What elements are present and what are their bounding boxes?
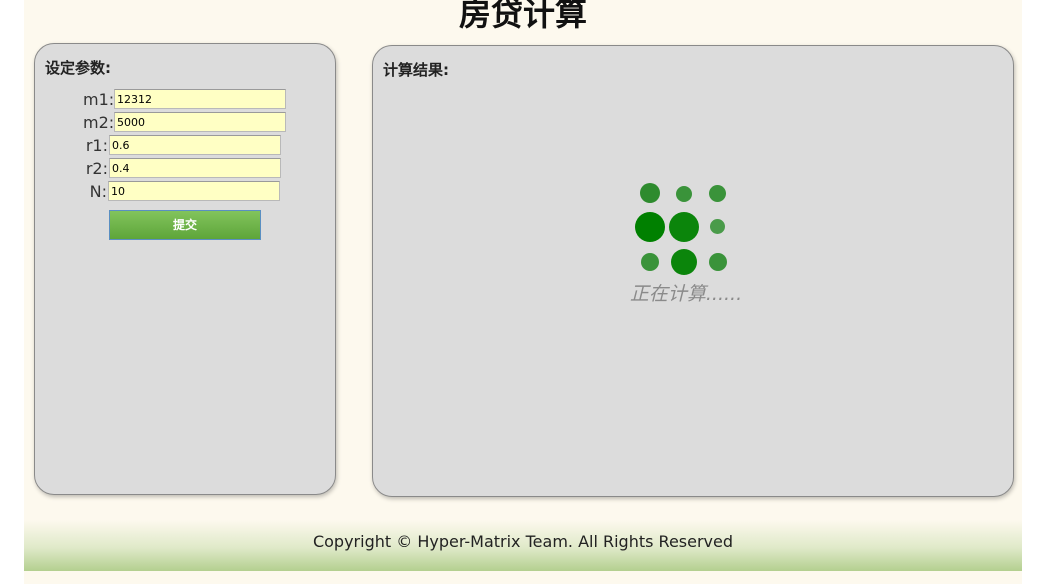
- field-label-n: N:: [89, 181, 107, 201]
- spinner-dot: [635, 212, 665, 242]
- n-input[interactable]: [108, 181, 280, 201]
- field-label-r1: r1:: [85, 135, 108, 155]
- result-panel: 计算结果: 正在计算......: [372, 45, 1014, 497]
- spinner-dot: [671, 249, 697, 275]
- spinner-dot: [710, 219, 725, 234]
- result-heading: 计算结果:: [383, 61, 449, 79]
- spinner-dot: [640, 183, 660, 203]
- field-row-m2: m2:: [83, 111, 286, 133]
- field-row-r1: r1:: [83, 134, 281, 156]
- field-row-n: N:: [83, 180, 280, 202]
- field-label-m2: m2:: [83, 112, 115, 132]
- footer: Copyright © Hyper-Matrix Team. All Right…: [24, 520, 1022, 571]
- field-label-m1: m1:: [83, 89, 115, 109]
- submit-button[interactable]: 提交: [109, 210, 261, 240]
- r1-input[interactable]: [109, 135, 281, 155]
- params-panel: 设定参数: m1: m2: r1: r2: N: 提交: [34, 43, 336, 495]
- field-row-m1: m1:: [83, 88, 286, 110]
- spinner-dot: [676, 186, 692, 202]
- spinner-dot: [641, 253, 659, 271]
- page-container: 房贷计算 设定参数: m1: m2: r1: r2: N: 提交 计算结果:: [24, 0, 1022, 584]
- copyright-text: Copyright © Hyper-Matrix Team. All Right…: [312, 532, 734, 551]
- page-title: 房贷计算: [458, 0, 587, 33]
- params-heading: 设定参数:: [45, 59, 111, 77]
- r2-input[interactable]: [109, 158, 281, 178]
- m1-input[interactable]: [114, 89, 286, 109]
- loading-dots-icon: [629, 178, 739, 288]
- spinner-dot: [669, 212, 699, 242]
- spinner-dot: [709, 253, 727, 271]
- loading-text: 正在计算......: [629, 283, 743, 305]
- field-label-r2: r2:: [85, 158, 108, 178]
- field-row-r2: r2:: [83, 157, 281, 179]
- m2-input[interactable]: [114, 112, 286, 132]
- spinner-dot: [709, 185, 726, 202]
